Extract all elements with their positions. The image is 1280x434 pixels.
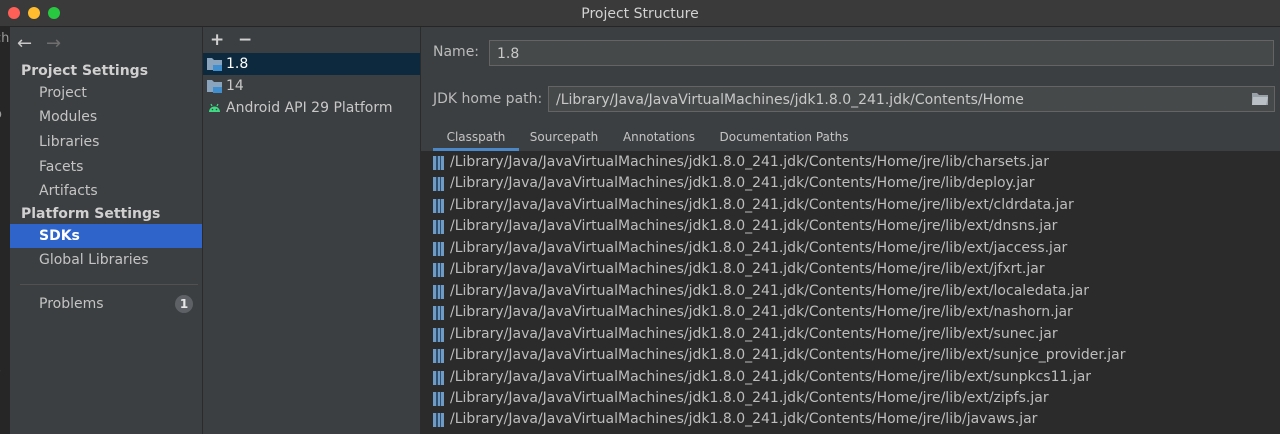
- edge-text-bottom: s: [0, 362, 1, 377]
- jar-archive-icon: [433, 220, 444, 235]
- sidebar-divider: [20, 284, 198, 285]
- jdk-home-path-value: /Library/Java/JavaVirtualMachines/jdk1.8…: [556, 92, 1024, 108]
- sdk-item-1-8[interactable]: 1.8: [203, 53, 420, 75]
- classpath-entry: /Library/Java/JavaVirtualMachines/jdk1.8…: [450, 239, 1068, 256]
- sidebar-item-problems[interactable]: Problems 1: [10, 292, 202, 316]
- sidebar-item-project[interactable]: Project: [10, 81, 202, 105]
- classpath-list: /Library/Java/JavaVirtualMachines/jdk1.8…: [421, 151, 1280, 434]
- android-icon: [209, 103, 220, 112]
- problems-count-badge: 1: [175, 295, 193, 313]
- classpath-row[interactable]: /Library/Java/JavaVirtualMachines/jdk1.8…: [421, 388, 1280, 409]
- jdk-home-path-label: JDK home path:: [433, 91, 543, 107]
- jar-archive-icon: [433, 391, 444, 406]
- classpath-entry: /Library/Java/JavaVirtualMachines/jdk1.8…: [450, 218, 1058, 235]
- window-title: Project Structure: [581, 6, 699, 22]
- sdk-item-label: 1.8: [226, 56, 249, 72]
- sidebar-item-facets[interactable]: Facets: [10, 155, 202, 179]
- classpath-entry: /Library/Java/JavaVirtualMachines/jdk1.8…: [450, 282, 1089, 299]
- sidebar-item-libraries[interactable]: Libraries: [10, 130, 202, 154]
- jar-archive-icon: [433, 370, 444, 385]
- sdk-details-panel: Name: 1.8 JDK home path: /Library/Java/J…: [421, 27, 1280, 434]
- classpath-entry: /Library/Java/JavaVirtualMachines/jdk1.8…: [450, 175, 1035, 192]
- edge-text-mid: o: [0, 107, 2, 122]
- classpath-entry: /Library/Java/JavaVirtualMachines/jdk1.8…: [450, 411, 1038, 428]
- sidebar-item-artifacts[interactable]: Artifacts: [10, 179, 202, 203]
- classpath-row[interactable]: /Library/Java/JavaVirtualMachines/jdk1.8…: [421, 195, 1280, 216]
- name-label: Name:: [433, 44, 480, 60]
- classpath-row[interactable]: /Library/Java/JavaVirtualMachines/jdk1.8…: [421, 152, 1280, 173]
- classpath-row[interactable]: /Library/Java/JavaVirtualMachines/jdk1.8…: [421, 238, 1280, 259]
- jar-archive-icon: [433, 198, 444, 213]
- classpath-row[interactable]: /Library/Java/JavaVirtualMachines/jdk1.8…: [421, 281, 1280, 302]
- jar-archive-icon: [433, 349, 444, 364]
- add-sdk-button[interactable]: +: [210, 30, 224, 50]
- classpath-row[interactable]: /Library/Java/JavaVirtualMachines/jdk1.8…: [421, 345, 1280, 366]
- sdk-item-14[interactable]: 14: [203, 75, 420, 97]
- jdk-folder-icon: [207, 80, 222, 93]
- jdk-home-path-field[interactable]: /Library/Java/JavaVirtualMachines/jdk1.8…: [548, 86, 1275, 112]
- platform-settings-header: Platform Settings: [21, 206, 161, 222]
- jar-archive-icon: [433, 241, 444, 256]
- classpath-row[interactable]: /Library/Java/JavaVirtualMachines/jdk1.8…: [421, 367, 1280, 388]
- tab-classpath[interactable]: Classpath: [433, 127, 519, 151]
- classpath-row[interactable]: /Library/Java/JavaVirtualMachines/jdk1.8…: [421, 324, 1280, 345]
- project-settings-header: Project Settings: [21, 63, 149, 79]
- name-field[interactable]: 1.8: [489, 40, 1274, 66]
- jar-archive-icon: [433, 413, 444, 428]
- classpath-entry: /Library/Java/JavaVirtualMachines/jdk1.8…: [450, 368, 1092, 385]
- tab-annotations[interactable]: Annotations: [609, 127, 709, 151]
- jar-archive-icon: [433, 177, 444, 192]
- jdk-folder-icon: [207, 58, 222, 71]
- classpath-row[interactable]: /Library/Java/JavaVirtualMachines/jdk1.8…: [421, 302, 1280, 323]
- title-bar: Project Structure: [0, 0, 1280, 27]
- jar-archive-icon: [433, 156, 444, 170]
- problems-label: Problems: [39, 296, 104, 312]
- arrow-left-icon[interactable]: ←: [17, 33, 32, 54]
- sidebar-item-modules[interactable]: Modules: [10, 105, 202, 129]
- sdk-item-label: Android API 29 Platform: [226, 100, 393, 116]
- sdk-item-label: 14: [226, 78, 244, 94]
- classpath-entry: /Library/Java/JavaVirtualMachines/jdk1.8…: [450, 154, 1049, 170]
- classpath-row[interactable]: /Library/Java/JavaVirtualMachines/jdk1.8…: [421, 173, 1280, 194]
- sidebar-item-global-libraries[interactable]: Global Libraries: [10, 248, 202, 272]
- classpath-entry: /Library/Java/JavaVirtualMachines/jdk1.8…: [450, 196, 1074, 213]
- folder-browse-icon[interactable]: [1252, 92, 1268, 105]
- sdk-item-android-api-29[interactable]: Android API 29 Platform: [203, 97, 420, 119]
- classpath-entry: /Library/Java/JavaVirtualMachines/jdk1.8…: [450, 325, 1058, 342]
- settings-sidebar: ← → Project Settings Project Modules Lib…: [10, 27, 203, 434]
- background-window-edge: ch o s: [0, 27, 10, 434]
- sidebar-item-sdks[interactable]: SDKs: [10, 224, 202, 248]
- classpath-entry: /Library/Java/JavaVirtualMachines/jdk1.8…: [450, 347, 1126, 364]
- classpath-entry: /Library/Java/JavaVirtualMachines/jdk1.8…: [450, 389, 1049, 406]
- classpath-row[interactable]: /Library/Java/JavaVirtualMachines/jdk1.8…: [421, 409, 1280, 430]
- edge-text-top: ch: [0, 31, 10, 46]
- remove-sdk-button[interactable]: −: [238, 30, 252, 50]
- arrow-right-icon[interactable]: →: [46, 33, 61, 54]
- jar-archive-icon: [433, 284, 444, 299]
- tab-documentation-paths[interactable]: Documentation Paths: [709, 127, 859, 151]
- classpath-row[interactable]: /Library/Java/JavaVirtualMachines/jdk1.8…: [421, 259, 1280, 280]
- sdk-list-panel: + − 1.8 14 Android API 29 Platform: [203, 27, 421, 434]
- tab-sourcepath[interactable]: Sourcepath: [519, 127, 609, 151]
- jar-archive-icon: [433, 306, 444, 321]
- jar-archive-icon: [433, 263, 444, 278]
- jar-archive-icon: [433, 327, 444, 342]
- classpath-row[interactable]: /Library/Java/JavaVirtualMachines/jdk1.8…: [421, 216, 1280, 237]
- classpath-entry: /Library/Java/JavaVirtualMachines/jdk1.8…: [450, 304, 1073, 321]
- classpath-entry: /Library/Java/JavaVirtualMachines/jdk1.8…: [450, 261, 1045, 278]
